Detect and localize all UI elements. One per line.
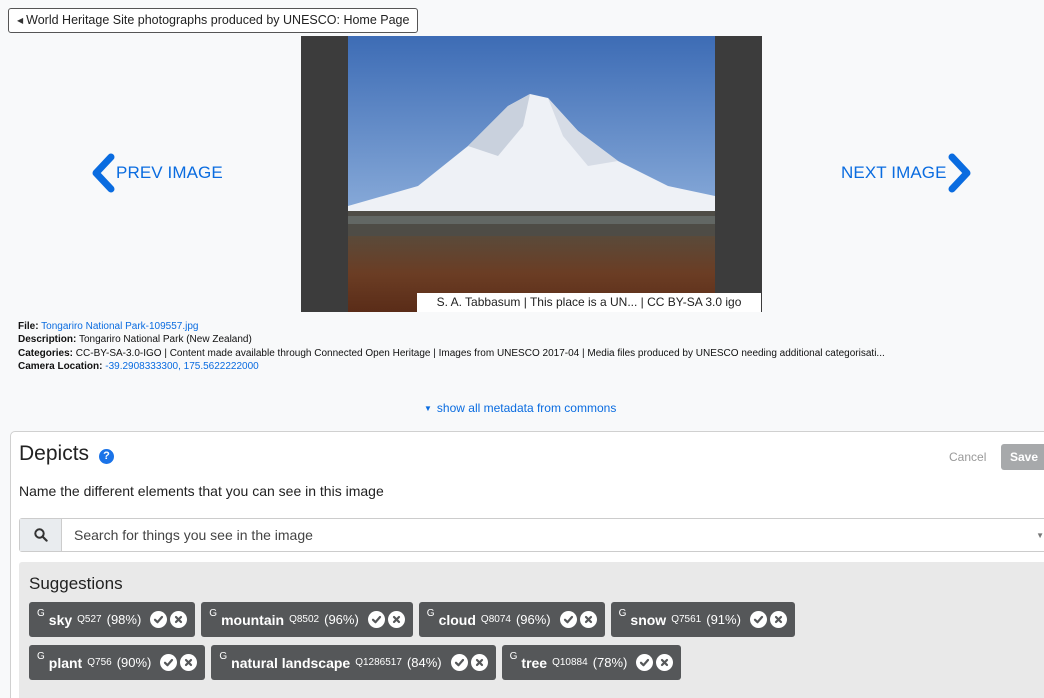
suggestion-confidence: (98%): [106, 612, 142, 627]
source-tag: G: [209, 608, 218, 619]
description-value: Tongariro National Park (New Zealand): [78, 334, 252, 346]
source-tag: G: [37, 608, 45, 619]
suggestion-label: snow: [630, 611, 667, 628]
suggestion-label: plant: [48, 654, 83, 671]
suggestion-qid: Q7561: [671, 614, 702, 625]
suggestion-qid: Q10884: [552, 657, 588, 668]
source-tag: G: [37, 651, 45, 662]
save-button[interactable]: Save: [1001, 444, 1044, 470]
show-all-metadata-link[interactable]: ▼ show all metadata from commons: [424, 401, 616, 415]
reject-x-icon[interactable]: [170, 611, 188, 628]
depicts-instructions: Name the different elements that you can…: [19, 483, 384, 499]
source-tag: G: [618, 608, 627, 619]
suggestion-chip: Gmountain Q8502 (96%): [201, 602, 413, 637]
caret-left-icon: ◀: [17, 16, 24, 25]
suggestion-chip: Gtree Q10884 (78%): [501, 645, 682, 680]
description-row: Description: Tongariro National Park (Ne…: [18, 333, 1044, 346]
suggestion-chip: Gplant Q756 (90%): [29, 645, 206, 680]
source-tag: G: [219, 651, 228, 662]
prev-image-button[interactable]: PREV IMAGE: [90, 153, 223, 193]
search-icon: [33, 528, 48, 542]
suggestion-label: sky: [48, 611, 73, 628]
categories-label: Categories:: [18, 347, 74, 359]
depicts-title: Depicts ?: [19, 442, 115, 466]
camera-location-link[interactable]: -39.2908333300, 175.5622222000: [105, 361, 258, 372]
chevron-left-icon: [92, 153, 115, 193]
suggestion-label: tree: [521, 654, 548, 671]
suggestion-confidence: (96%): [324, 612, 359, 627]
suggestion-row: Gsky Q527 (98%) Gmountain Q8502 (96%) Gcloud Q8…: [29, 602, 795, 637]
camera-location-row: Camera Location: -39.2908333300, 175.562…: [18, 360, 1044, 373]
suggestion-confidence: (90%): [116, 655, 152, 670]
reject-x-icon[interactable]: [387, 611, 405, 628]
suggestion-chip: Gsnow Q7561 (91%): [610, 602, 795, 637]
reject-x-icon[interactable]: [470, 654, 488, 671]
chevron-right-icon: [948, 153, 971, 193]
suggestion-confidence: (78%): [592, 655, 628, 670]
accept-check-icon[interactable]: [749, 611, 767, 628]
suggestions-box: Suggestions Gsky Q527 (98%) Gmountain Q8502 (…: [19, 562, 1044, 698]
depicts-title-text: Depicts: [19, 442, 90, 465]
image-metadata: File: Tongariro National Park-109557.jpg…: [18, 320, 1044, 373]
prev-image-label: PREV IMAGE: [116, 163, 223, 182]
image-attribution: S. A. Tabbasum | This place is a UN... |…: [417, 293, 761, 312]
suggestion-chip: Gnatural landscape Q1286517 (84%): [211, 645, 496, 680]
accept-check-icon[interactable]: [636, 654, 654, 671]
cancel-button[interactable]: Cancel: [949, 450, 986, 464]
file-row: File: Tongariro National Park-109557.jpg: [18, 320, 1044, 333]
search-icon-box: [20, 519, 62, 551]
accept-check-icon[interactable]: [160, 654, 178, 671]
suggestion-row: Gplant Q756 (90%) Gnatural landscape Q128651…: [29, 645, 682, 680]
suggestion-chip: Gcloud Q8074 (96%): [418, 602, 605, 637]
suggestion-qid: Q8502: [289, 614, 320, 625]
suggestion-confidence: (84%): [406, 655, 442, 670]
depicts-panel: Depicts ? Cancel Save Name the different…: [10, 431, 1044, 698]
image-viewer: S. A. Tabbasum | This place is a UN... |…: [301, 36, 762, 312]
suggestion-confidence: (91%): [706, 612, 741, 627]
categories-value: CC-BY-SA-3.0-IGO | Content made availabl…: [75, 347, 885, 359]
suggestion-label: cloud: [438, 611, 476, 628]
suggestion-label: mountain: [221, 611, 285, 628]
file-label: File:: [18, 321, 39, 332]
suggestion-confidence: (96%): [515, 612, 551, 627]
suggestion-qid: Q1286517: [355, 657, 402, 668]
source-tag: G: [509, 651, 518, 662]
search-placeholder: Search for things you see in the image: [74, 527, 313, 543]
reject-x-icon[interactable]: [656, 654, 674, 671]
accept-check-icon[interactable]: [450, 654, 468, 671]
file-link[interactable]: Tongariro National Park-109557.jpg: [41, 321, 198, 332]
depicts-search-input[interactable]: Search for things you see in the image ▼: [19, 518, 1044, 552]
camera-location-label: Camera Location:: [18, 360, 103, 372]
suggestion-qid: Q527: [77, 614, 102, 625]
show-all-metadata-label: show all metadata from commons: [436, 401, 617, 415]
home-page-link-label: World Heritage Site photographs produced…: [26, 13, 410, 27]
reject-x-icon[interactable]: [579, 611, 597, 628]
suggestions-title: Suggestions: [29, 574, 123, 593]
reject-x-icon[interactable]: [769, 611, 787, 628]
home-page-link[interactable]: ◀ World Heritage Site photographs produc…: [8, 8, 419, 33]
caret-down-icon: ▼: [424, 403, 432, 413]
source-tag: G: [426, 608, 435, 619]
help-icon[interactable]: ?: [99, 448, 115, 464]
suggestion-qid: Q756: [87, 657, 112, 668]
description-label: Description:: [18, 334, 77, 346]
suggestion-chip: Gsky Q527 (98%): [29, 602, 196, 637]
next-image-label: NEXT IMAGE: [841, 163, 947, 182]
reject-x-icon[interactable]: [180, 654, 198, 671]
suggestion-qid: Q8074: [480, 614, 511, 625]
accept-check-icon[interactable]: [367, 611, 385, 628]
main-photo[interactable]: [348, 36, 715, 312]
accept-check-icon[interactable]: [150, 611, 168, 628]
suggestion-label: natural landscape: [231, 654, 351, 671]
categories-row: Categories: CC-BY-SA-3.0-IGO | Content m…: [18, 347, 1044, 360]
next-image-button[interactable]: NEXT IMAGE: [841, 153, 973, 193]
dropdown-caret-icon[interactable]: ▼: [1036, 531, 1044, 540]
accept-check-icon[interactable]: [559, 611, 577, 628]
